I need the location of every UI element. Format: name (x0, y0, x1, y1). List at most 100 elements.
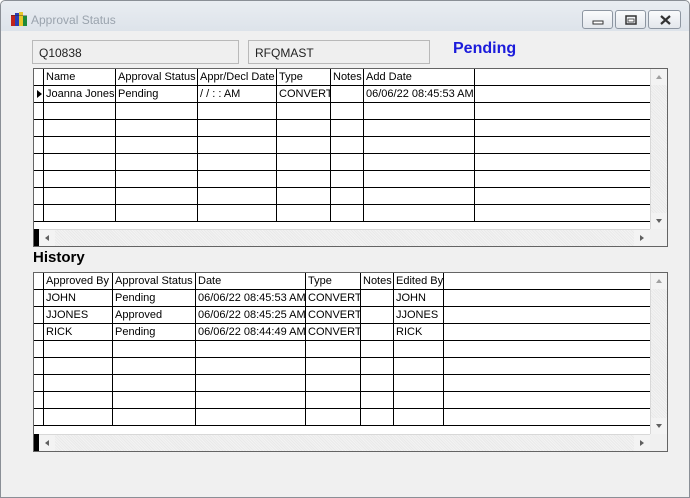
row-indicator[interactable] (34, 409, 44, 426)
table-row[interactable] (34, 137, 650, 154)
grid-cell[interactable] (44, 120, 116, 137)
grid-cell[interactable] (361, 307, 394, 324)
table-row[interactable]: JOHN Pending 06/06/22 08:45:53 AM CONVERT JO… (34, 290, 650, 307)
grid-cell[interactable] (394, 409, 444, 426)
row-indicator[interactable] (34, 273, 44, 290)
grid-cell[interactable]: 06/06/22 08:44:49 AM (196, 324, 306, 341)
grid-cell[interactable] (113, 358, 196, 375)
grid-cell[interactable] (306, 375, 361, 392)
table-row[interactable] (34, 171, 650, 188)
grid-cell[interactable] (44, 205, 116, 222)
grid-cell[interactable]: CONVERT (306, 324, 361, 341)
grid-cell[interactable] (306, 392, 361, 409)
grid-cell[interactable] (331, 137, 364, 154)
grid-cell[interactable]: JOHN (394, 290, 444, 307)
column-header[interactable]: Type (277, 69, 331, 86)
grid-cell[interactable] (277, 171, 331, 188)
minimize-button[interactable] (582, 10, 613, 29)
grid-cell[interactable] (364, 188, 475, 205)
grid-cell[interactable] (44, 171, 116, 188)
row-indicator[interactable] (34, 307, 44, 324)
grid-cell[interactable] (116, 154, 198, 171)
grid-cell[interactable] (44, 154, 116, 171)
grid-cell[interactable] (331, 103, 364, 120)
grid-cell[interactable]: JJONES (394, 307, 444, 324)
grid-cell[interactable] (277, 188, 331, 205)
grid-cell[interactable] (116, 171, 198, 188)
row-indicator[interactable] (34, 290, 44, 307)
scroll-left-button[interactable] (39, 230, 55, 246)
scroll-right-button[interactable] (634, 435, 650, 451)
row-indicator[interactable] (34, 86, 44, 103)
approval-grid-horizontal-scrollbar[interactable] (34, 229, 650, 246)
column-header[interactable]: Notes (361, 273, 394, 290)
row-indicator[interactable] (34, 324, 44, 341)
grid-cell[interactable]: CONVERT (306, 307, 361, 324)
maximize-button[interactable] (615, 10, 646, 29)
column-header[interactable]: Name (44, 69, 116, 86)
table-row[interactable] (34, 120, 650, 137)
table-row[interactable] (34, 409, 650, 426)
grid-cell[interactable]: JJONES (44, 307, 113, 324)
grid-cell[interactable]: 06/06/22 08:45:53 AM (196, 290, 306, 307)
grid-cell[interactable] (277, 154, 331, 171)
grid-cell[interactable] (331, 154, 364, 171)
table-row[interactable]: JJONES Approved 06/06/22 08:45:25 AM CONVER… (34, 307, 650, 324)
row-indicator[interactable] (34, 375, 44, 392)
table-row[interactable] (34, 341, 650, 358)
grid-cell[interactable] (44, 392, 113, 409)
history-grid[interactable]: Approved By Approval Status Date Type Notes E… (33, 272, 668, 452)
grid-cell[interactable] (361, 290, 394, 307)
grid-cell[interactable] (113, 392, 196, 409)
grid-cell[interactable] (116, 205, 198, 222)
table-row[interactable] (34, 392, 650, 409)
grid-cell[interactable]: 06/06/22 08:45:25 AM (196, 307, 306, 324)
table-row[interactable] (34, 188, 650, 205)
column-header[interactable]: Approval Status (113, 273, 196, 290)
close-button[interactable] (648, 10, 681, 29)
grid-cell[interactable] (113, 375, 196, 392)
grid-cell[interactable] (394, 341, 444, 358)
grid-cell[interactable] (44, 409, 113, 426)
grid-cell[interactable] (116, 137, 198, 154)
row-indicator[interactable] (34, 103, 44, 120)
scroll-left-button[interactable] (39, 435, 55, 451)
grid-cell[interactable] (116, 120, 198, 137)
scroll-down-button[interactable] (651, 213, 667, 229)
table-row[interactable] (34, 375, 650, 392)
grid-cell[interactable] (364, 120, 475, 137)
column-header[interactable]: Notes (331, 69, 364, 86)
column-header[interactable]: Add Date (364, 69, 475, 86)
grid-cell[interactable] (277, 205, 331, 222)
grid-cell[interactable] (198, 137, 277, 154)
grid-cell[interactable] (306, 358, 361, 375)
table-row[interactable]: RICK Pending 06/06/22 08:44:49 AM CONVERT RI… (34, 324, 650, 341)
grid-cell[interactable] (198, 103, 277, 120)
grid-cell[interactable] (277, 137, 331, 154)
column-header[interactable]: Approval Status (116, 69, 198, 86)
table-row[interactable]: Joanna Jones Pending / / : : AM CONVERT 06/… (34, 86, 650, 103)
grid-cell[interactable] (44, 358, 113, 375)
table-row[interactable] (34, 154, 650, 171)
grid-cell[interactable] (198, 188, 277, 205)
grid-cell[interactable] (361, 324, 394, 341)
row-indicator[interactable] (34, 358, 44, 375)
grid-cell[interactable] (394, 392, 444, 409)
row-indicator[interactable] (34, 205, 44, 222)
grid-cell[interactable] (331, 120, 364, 137)
grid-cell[interactable] (364, 137, 475, 154)
grid-cell[interactable] (44, 103, 116, 120)
grid-cell[interactable] (113, 409, 196, 426)
grid-cell[interactable] (394, 358, 444, 375)
grid-cell[interactable] (196, 392, 306, 409)
grid-cell[interactable] (361, 392, 394, 409)
approval-grid-vertical-scrollbar[interactable] (650, 69, 667, 229)
grid-cell[interactable] (116, 103, 198, 120)
grid-cell[interactable]: JOHN (44, 290, 113, 307)
scroll-up-button[interactable] (651, 273, 667, 289)
grid-cell[interactable] (361, 358, 394, 375)
scroll-up-button[interactable] (651, 69, 667, 85)
grid-cell[interactable] (331, 86, 364, 103)
row-indicator[interactable] (34, 69, 44, 86)
grid-cell[interactable] (196, 409, 306, 426)
